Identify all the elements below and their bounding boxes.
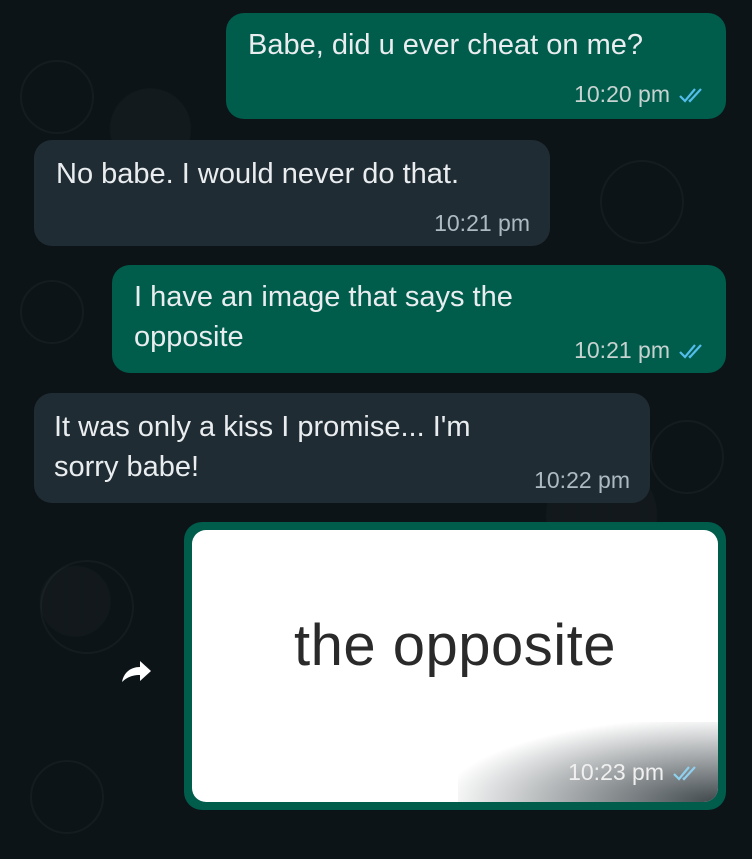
wallpaper-doodle [30,760,104,834]
wallpaper-doodle [40,560,134,654]
outgoing-image-message[interactable]: the opposite 10:23 pm [184,522,726,810]
message-text: No babe. I would never do that. [56,158,460,190]
message-text-line2: opposite [134,321,244,353]
outgoing-message-bubble[interactable]: Babe, did u ever cheat on me? 10:20 pm [226,13,726,119]
message-text: Babe, did u ever cheat on me? [248,29,643,61]
wallpaper-doodle [600,160,684,244]
message-time: 10:20 pm [574,81,670,107]
message-meta: 10:21 pm [574,337,706,364]
message-time: 10:21 pm [434,210,530,236]
outgoing-message-bubble[interactable]: I have an image that says the opposite 1… [112,265,726,373]
message-text-line1: I have an image that says the [134,281,513,313]
message-text-line1: It was only a kiss I promise... I'm [54,411,471,443]
incoming-message-bubble[interactable]: No babe. I would never do that. 10:21 pm [34,140,550,246]
message-time: 10:22 pm [534,467,630,493]
message-image[interactable]: the opposite 10:23 pm [192,530,718,802]
message-meta: 10:21 pm [434,210,530,237]
message-meta: 10:22 pm [534,467,630,494]
message-meta: 10:23 pm [568,759,700,786]
wallpaper-doodle [20,60,94,134]
double-check-icon [678,86,706,104]
wallpaper-doodle [20,280,84,344]
message-time: 10:23 pm [568,759,664,785]
forward-arrow-icon[interactable] [114,650,158,694]
image-caption-text: the opposite [293,613,617,678]
wallpaper-doodle [650,420,724,494]
message-meta: 10:20 pm [574,81,706,108]
message-time: 10:21 pm [574,337,670,363]
message-text-line2: sorry babe! [54,451,200,483]
incoming-message-bubble[interactable]: It was only a kiss I promise... I'm sorr… [34,393,650,503]
double-check-icon [672,764,700,782]
double-check-icon [678,342,706,360]
chat-background: Babe, did u ever cheat on me? 10:20 pm N… [0,0,752,859]
